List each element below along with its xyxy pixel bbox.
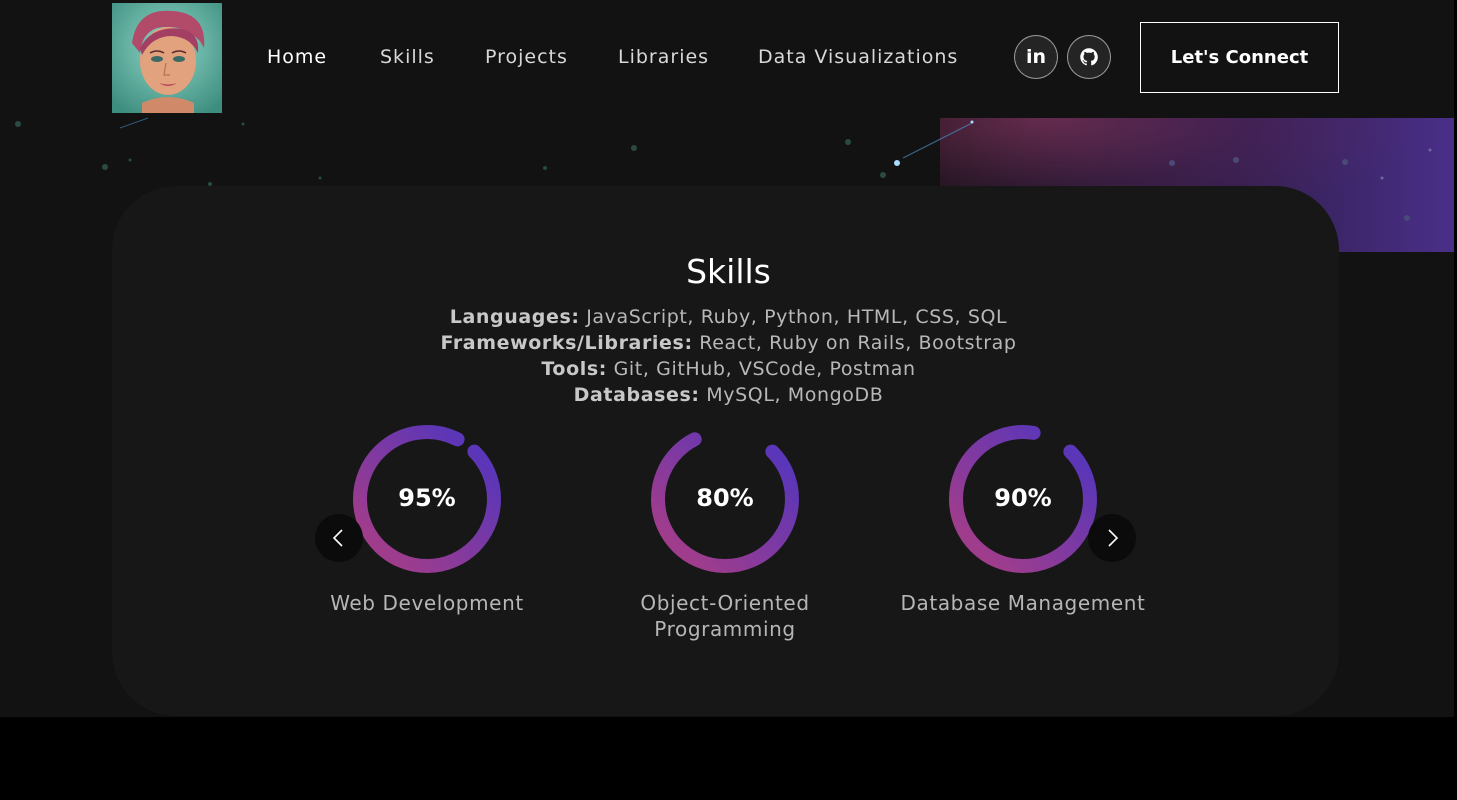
skills-line-value: MySQL, MongoDB [706, 384, 884, 406]
linkedin-button[interactable]: in [1014, 35, 1058, 79]
gauge-percent: 95% [398, 484, 456, 512]
gauge-percent: 80% [696, 484, 754, 512]
skills-line-key: Tools: [541, 358, 607, 380]
skills-frameworks: Frameworks/Libraries: React, Ruby on Rai… [0, 330, 1457, 356]
avatar[interactable] [112, 3, 222, 113]
gauge-label: Object-Oriented Programming [640, 591, 810, 641]
skills-line-value: Git, GitHub, VSCode, Postman [613, 358, 916, 380]
linkedin-icon: in [1025, 46, 1047, 68]
nav-libraries[interactable]: Libraries [618, 46, 709, 68]
skills-tools: Tools: Git, GitHub, VSCode, Postman [0, 356, 1457, 382]
skills-line-value: React, Ruby on Rails, Bootstrap [699, 332, 1017, 354]
skills-databases: Databases: MySQL, MongoDB [0, 382, 1457, 408]
skills-title: Skills [686, 252, 771, 291]
page-bottom [0, 717, 1457, 800]
skills-line-key: Languages: [449, 306, 580, 328]
gauge-percent: 90% [994, 484, 1052, 512]
carousel-next-button[interactable] [1088, 514, 1136, 562]
gauge-label: Web Development [330, 591, 524, 615]
carousel-prev-button[interactable] [315, 514, 363, 562]
github-icon [1080, 48, 1098, 66]
nav-projects[interactable]: Projects [485, 46, 568, 68]
chevron-left-icon [332, 529, 343, 547]
nav-skills[interactable]: Skills [380, 46, 435, 68]
lets-connect-button[interactable]: Let's Connect [1140, 22, 1339, 93]
skills-line-key: Frameworks/Libraries: [440, 332, 693, 354]
nav-home[interactable]: Home [267, 46, 327, 68]
chevron-right-icon [1108, 529, 1119, 547]
avatar-illustration [112, 3, 222, 113]
skills-languages: Languages: JavaScript, Ruby, Python, HTM… [0, 304, 1457, 330]
nav-data-visualizations[interactable]: Data Visualizations [758, 46, 958, 68]
skills-list: Languages: JavaScript, Ruby, Python, HTM… [0, 304, 1457, 408]
skills-line-value: JavaScript, Ruby, Python, HTML, CSS, SQL [586, 306, 1008, 328]
github-button[interactable] [1067, 35, 1111, 79]
skills-line-key: Databases: [573, 384, 700, 406]
gauge-label: Database Management [900, 591, 1146, 615]
